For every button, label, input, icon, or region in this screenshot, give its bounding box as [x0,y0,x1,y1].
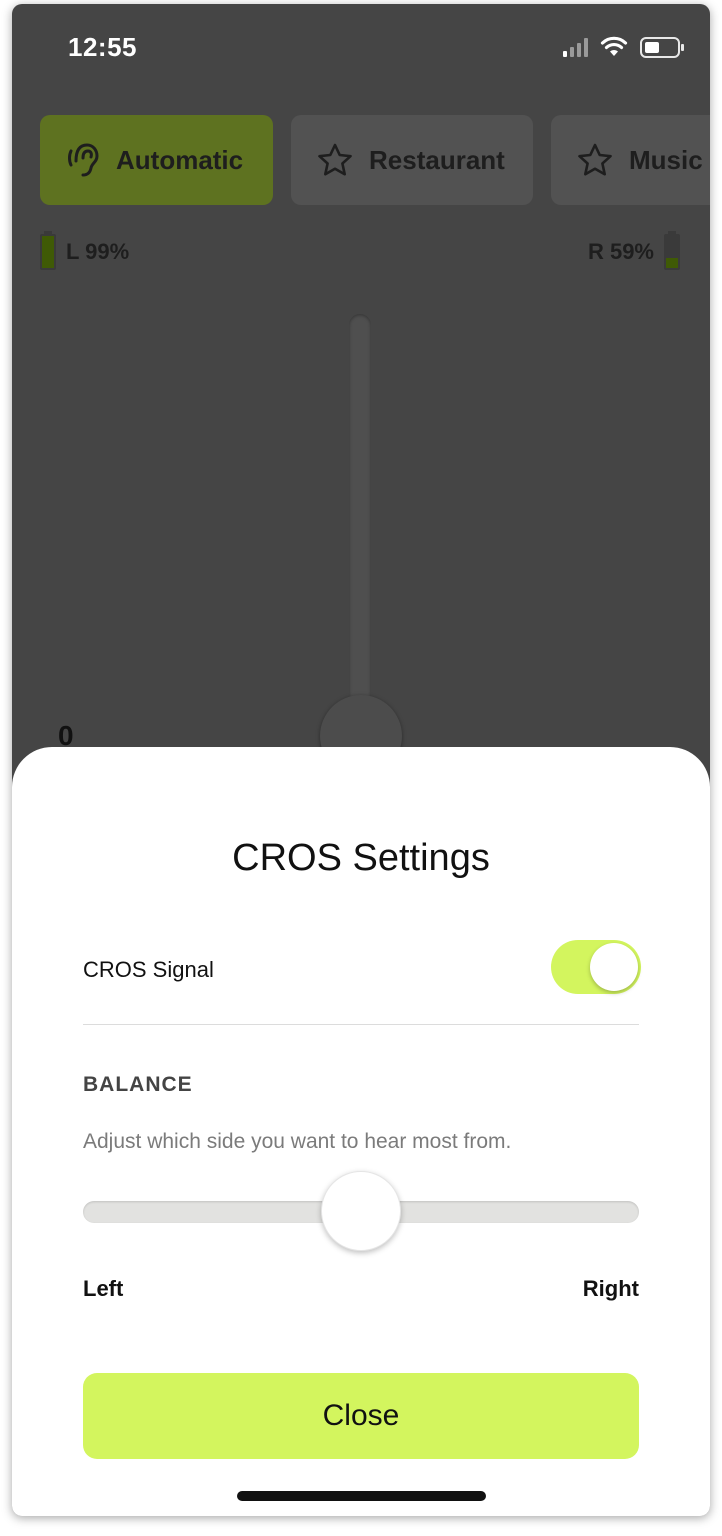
balance-description: Adjust which side you want to hear most … [83,1130,512,1153]
left-battery-indicator: L 99% [40,231,130,270]
balance-left-label: Left [83,1276,124,1301]
ear-icon [68,143,99,177]
left-battery-label: L 99% [66,239,130,264]
star-icon [578,143,612,176]
balance-header: BALANCE [83,1073,193,1096]
right-battery-label: R 59% [587,239,654,264]
star-icon [318,143,352,176]
cellular-signal-icon [563,37,588,57]
program-tabs: Automatic Restaurant Music [40,115,710,205]
right-battery-icon [664,231,680,270]
toggle-thumb [590,943,638,991]
left-battery-icon [40,231,56,270]
tab-label: Automatic [116,144,244,175]
app-screen: 12:55 Automatic Restaurant Music L 99% R… [12,4,710,1516]
divider [83,1024,639,1025]
tab-restaurant[interactable]: Restaurant [291,115,533,205]
tab-automatic[interactable]: Automatic [40,115,273,205]
status-time: 12:55 [68,32,137,62]
tab-label: Music [629,144,703,175]
right-battery-indicator: R 59% [587,231,680,270]
tab-label: Restaurant [369,144,505,175]
close-button[interactable]: Close [83,1373,639,1459]
battery-icon [640,36,684,58]
balance-slider-thumb[interactable] [321,1171,401,1251]
status-icons [563,36,684,58]
tab-music[interactable]: Music [551,115,710,205]
wifi-icon [600,36,628,56]
volume-slider-track[interactable] [349,314,371,734]
cros-signal-toggle[interactable] [551,940,641,994]
home-indicator [237,1491,486,1501]
balance-right-label: Right [582,1276,639,1301]
cros-signal-label: CROS Signal [83,957,214,982]
cros-settings-sheet: CROS Settings CROS Signal BALANCE Adjust… [12,747,710,1516]
sheet-title: CROS Settings [232,837,490,879]
